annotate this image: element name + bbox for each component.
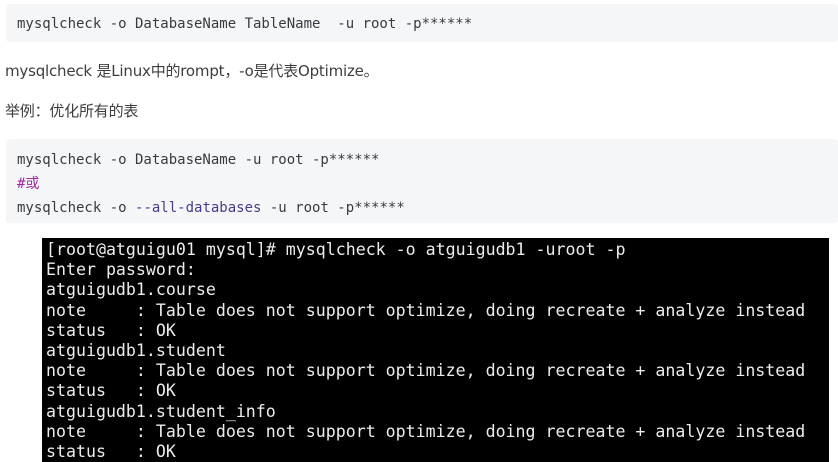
code-text: -u root -p****** — [261, 200, 405, 216]
code-block-optimize-all: mysqlcheck -o DatabaseName -u root -p***… — [6, 139, 838, 223]
code-keyword-all-databases: --all-databases — [135, 200, 262, 216]
code-comment: #或 — [17, 176, 40, 192]
code-text: mysqlcheck -o — [17, 200, 136, 216]
description-paragraph: mysqlcheck 是Linux中的rompt，-o是代表Optimize。 — [5, 62, 379, 80]
terminal-output-line: note : Table does not support optimize, … — [46, 361, 806, 381]
terminal-output-line: atguigudb1.course — [46, 280, 216, 300]
terminal-output-line: status : OK — [46, 441, 176, 461]
code-line-database: mysqlcheck -o DatabaseName -u root -p***… — [17, 152, 380, 168]
terminal-output-line: Enter password: — [46, 260, 196, 280]
code-line: mysqlcheck -o DatabaseName TableName -u … — [17, 16, 473, 32]
terminal-output-line: note : Table does not support optimize, … — [46, 421, 806, 441]
example-heading: 举例：优化所有的表 — [5, 102, 139, 120]
terminal-screenshot: [root@atguigu01 mysql]# mysqlcheck -o at… — [42, 238, 829, 462]
terminal-output-line: note : Table does not support optimize, … — [46, 300, 806, 320]
terminal-output-line: atguigudb1.student_info — [46, 401, 276, 421]
terminal-output-line: status : OK — [46, 381, 176, 401]
terminal-output-line: atguigudb1.student — [46, 340, 226, 360]
terminal-prompt-line: [root@atguigu01 mysql]# mysqlcheck -o at… — [46, 240, 626, 259]
code-block-mysqlcheck-table: mysqlcheck -o DatabaseName TableName -u … — [6, 4, 838, 42]
code-line-all-databases: mysqlcheck -o --all-databases -u root -p… — [17, 196, 838, 220]
terminal-output-line: status : OK — [46, 320, 176, 340]
